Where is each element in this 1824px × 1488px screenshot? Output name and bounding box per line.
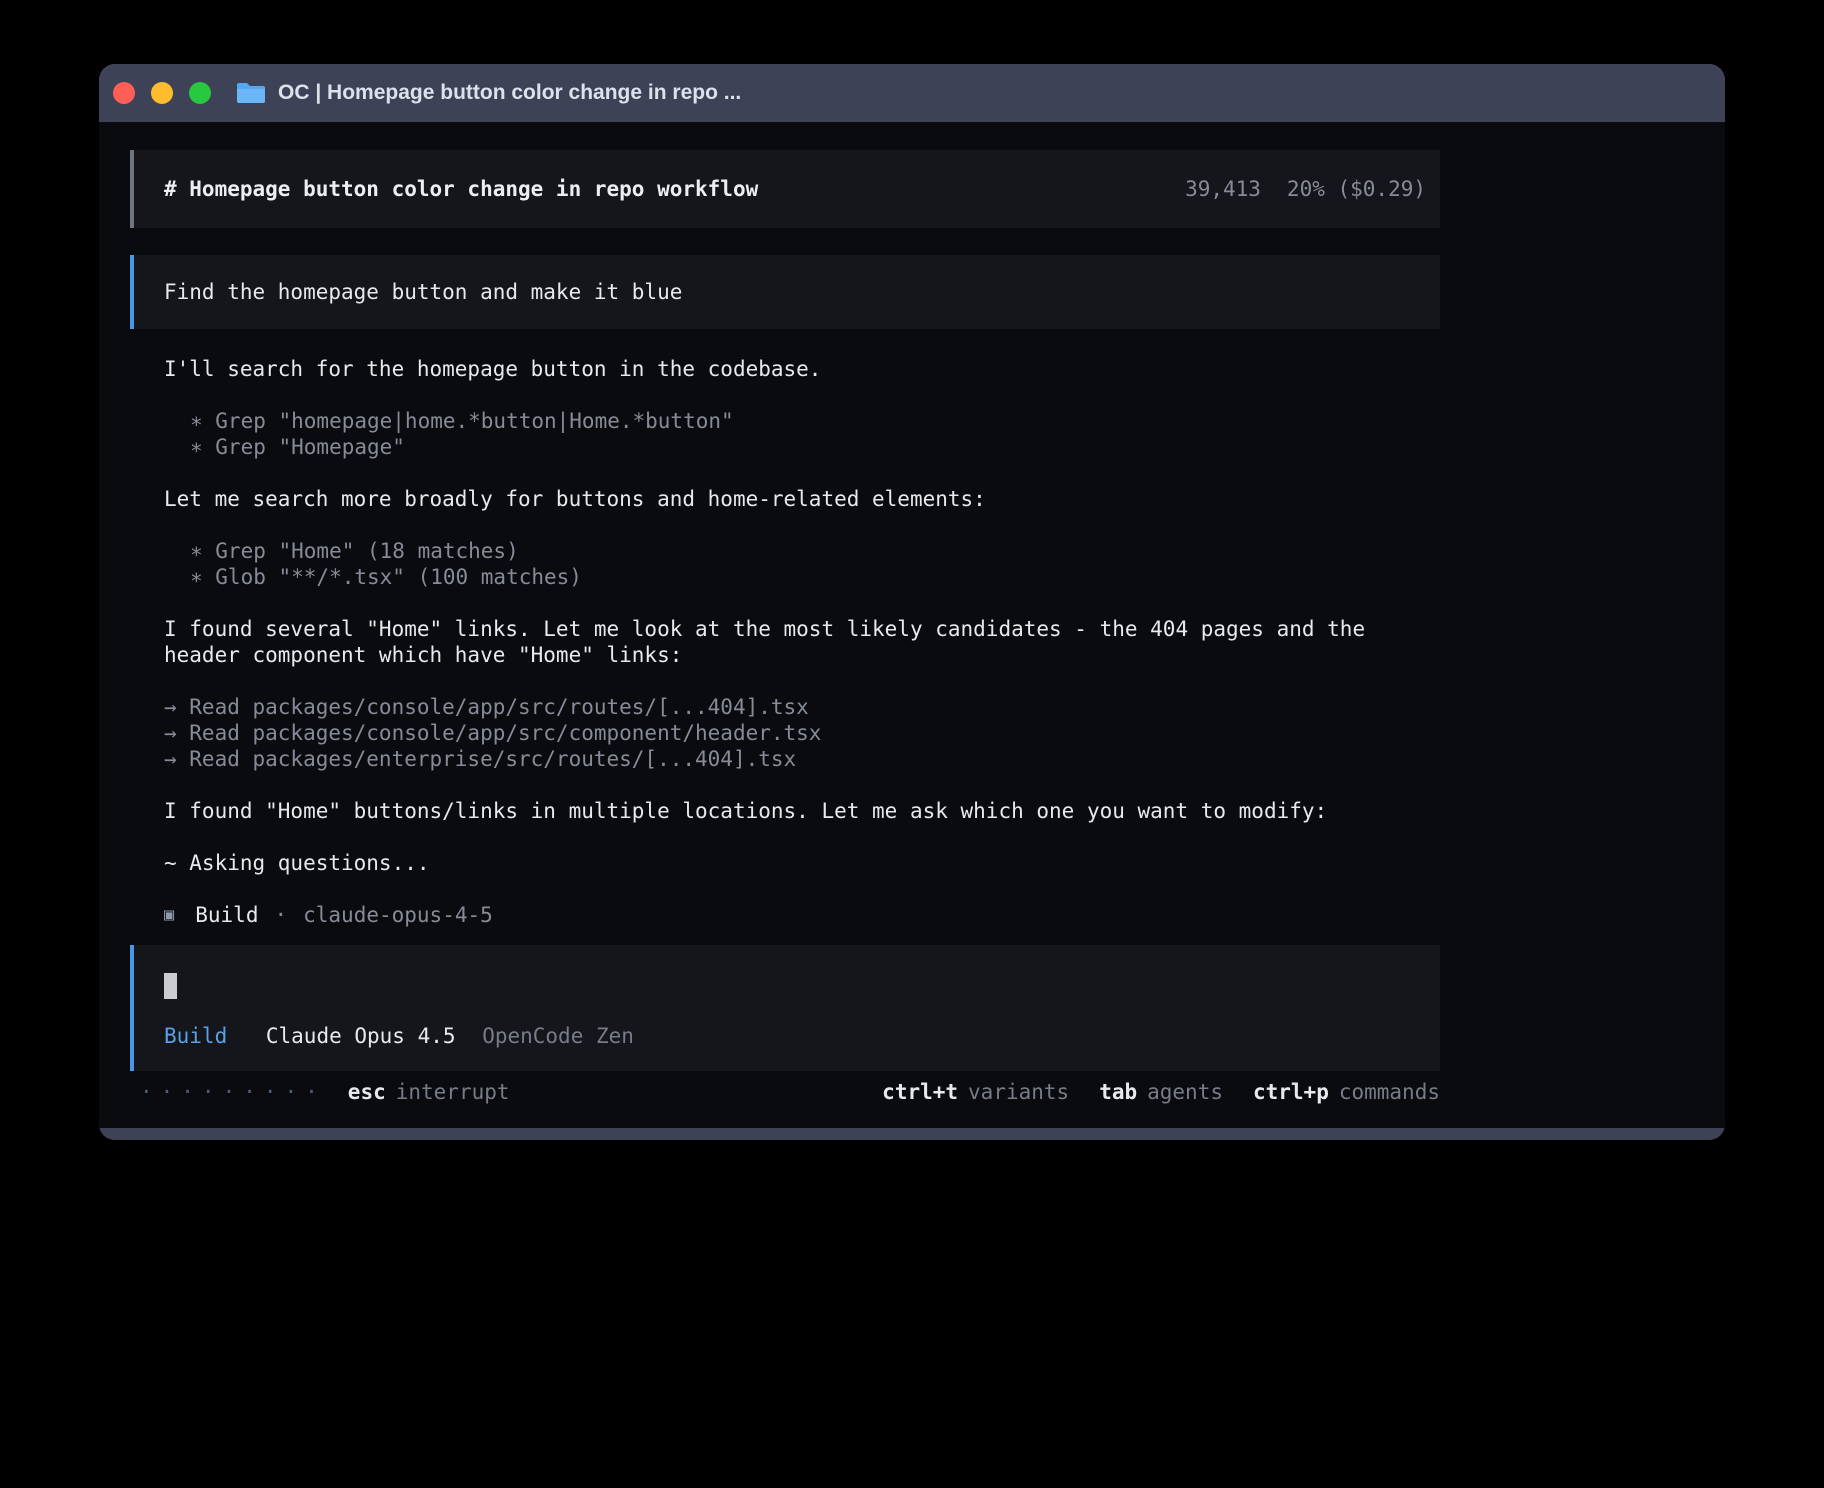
tool-call-read: → Read packages/console/app/src/routes/[… (164, 694, 1440, 720)
window-title: OC | Homepage button color change in rep… (278, 81, 741, 105)
hint-agents: tab agents (1099, 1079, 1223, 1105)
assistant-message: I found several "Home" links. Let me loo… (164, 616, 1440, 668)
assistant-message: I'll search for the homepage button in t… (164, 356, 1440, 382)
prompt-cursor-line[interactable] (164, 973, 1406, 999)
hint-interrupt-label: interrupt (396, 1080, 510, 1104)
context-usage: 20% ($0.29) (1287, 177, 1426, 201)
status-model-name: claude-opus-4-5 (303, 902, 493, 928)
text-cursor (164, 973, 177, 999)
status-bar-right: ctrl+t variants tab agents ctrl+p commands (882, 1079, 1440, 1105)
folder-icon (236, 81, 266, 105)
hint-commands: ctrl+p commands (1253, 1079, 1440, 1105)
key-esc: esc (348, 1080, 386, 1104)
traffic-lights (113, 82, 211, 104)
close-window-button[interactable] (113, 82, 135, 104)
session-header: # Homepage button color change in repo w… (130, 150, 1440, 228)
provider-name: OpenCode Zen (482, 1024, 634, 1048)
tool-call-grep: ∗ Grep "Homepage" (164, 434, 1440, 460)
assistant-message: Let me search more broadly for buttons a… (164, 486, 1440, 512)
agent-status: ▣ Build · claude-opus-4-5 (164, 902, 1440, 928)
agent-mode-icon: ▣ (164, 902, 174, 928)
spinner-dots: ········· (140, 1079, 326, 1105)
assistant-status-text: ~ Asking questions... (164, 850, 1440, 876)
hint-variants: ctrl+t variants (882, 1079, 1069, 1105)
assistant-message: I found "Home" buttons/links in multiple… (164, 798, 1440, 824)
status-separator: · (274, 902, 287, 928)
key-ctrl-t: ctrl+t (882, 1080, 958, 1104)
terminal-content: # Homepage button color change in repo w… (99, 122, 1725, 1128)
session-stats: 39,413 20% ($0.29) (1185, 177, 1426, 201)
hint-variants-label: variants (968, 1080, 1069, 1104)
hint-interrupt: esc interrupt (348, 1079, 510, 1105)
tool-call-glob: ∗ Glob "**/*.tsx" (100 matches) (164, 564, 1440, 590)
prompt-input[interactable]: Build Claude Opus 4.5 OpenCode Zen (130, 945, 1440, 1071)
tool-call-read: → Read packages/enterprise/src/routes/[.… (164, 746, 1440, 772)
window-bottom-edge (99, 1128, 1725, 1140)
tool-call-grep: ∗ Grep "homepage|home.*button|Home.*butt… (164, 408, 1440, 434)
conversation: I'll search for the homepage button in t… (164, 356, 1440, 928)
user-message: Find the homepage button and make it blu… (130, 255, 1440, 329)
terminal-window: OC | Homepage button color change in rep… (99, 64, 1725, 1140)
tool-call-read: → Read packages/console/app/src/componen… (164, 720, 1440, 746)
key-tab: tab (1099, 1080, 1137, 1104)
agent-mode-label: Build (195, 902, 258, 928)
user-message-text: Find the homepage button and make it blu… (164, 280, 682, 304)
agent-mode-label: Build (164, 1024, 227, 1048)
minimize-window-button[interactable] (151, 82, 173, 104)
zoom-window-button[interactable] (189, 82, 211, 104)
hint-agents-label: agents (1147, 1080, 1223, 1104)
key-ctrl-p: ctrl+p (1253, 1080, 1329, 1104)
session-title: # Homepage button color change in repo w… (164, 177, 758, 201)
hint-commands-label: commands (1339, 1080, 1440, 1104)
model-name: Claude Opus 4.5 (266, 1024, 456, 1048)
model-line: Build Claude Opus 4.5 OpenCode Zen (164, 1023, 1406, 1049)
status-bar: ········· esc interrupt ctrl+t variants ta… (130, 1079, 1440, 1105)
tool-call-grep: ∗ Grep "Home" (18 matches) (164, 538, 1440, 564)
window-titlebar[interactable]: OC | Homepage button color change in rep… (99, 64, 1725, 122)
status-bar-left: ········· esc interrupt (140, 1079, 510, 1105)
token-count: 39,413 (1185, 177, 1261, 201)
